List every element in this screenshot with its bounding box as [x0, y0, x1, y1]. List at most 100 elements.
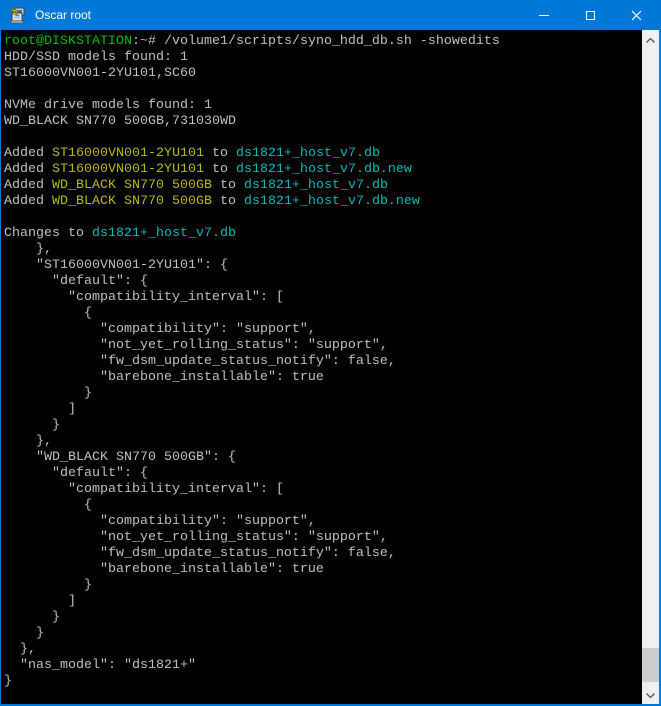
- terminal-output[interactable]: root@DISKSTATION:~# /volume1/scripts/syn…: [1, 30, 642, 704]
- minimize-icon: [539, 15, 549, 16]
- terminal-text-segment: {: [4, 306, 92, 321]
- terminal-text-segment: }: [4, 578, 92, 593]
- terminal-line: Changes to ds1821+_host_v7.db: [4, 226, 236, 241]
- titlebar[interactable]: Oscar root: [1, 0, 659, 30]
- terminal-text-segment: ]: [4, 402, 76, 417]
- terminal-text-segment: WD_BLACK SN770 500GB: [52, 178, 212, 193]
- terminal-text-segment: "fw_dsm_update_status_notify": false,: [4, 546, 396, 561]
- terminal-text-segment: NVMe drive models found: 1: [4, 98, 212, 113]
- terminal-text-segment: }: [4, 386, 92, 401]
- terminal-line: }: [4, 578, 92, 593]
- terminal-line: Added WD_BLACK SN770 500GB to ds1821+_ho…: [4, 194, 420, 209]
- terminal-text-segment: ST16000VN001-2YU101: [52, 162, 204, 177]
- terminal-text-segment: ds1821+_host_v7.db: [236, 146, 380, 161]
- terminal-line: "barebone_installable": true: [4, 562, 324, 577]
- terminal-line: {: [4, 306, 92, 321]
- terminal-text-segment: WD_BLACK SN770 500GB,731030WD: [4, 114, 236, 129]
- terminal-line: ]: [4, 594, 76, 609]
- terminal-line: "WD_BLACK SN770 500GB": {: [4, 450, 236, 465]
- terminal-text-segment: Added: [4, 162, 52, 177]
- terminal-line: },: [4, 242, 52, 257]
- terminal-text-segment: :~# /volume1/scripts/syno_hdd_db.sh -sho…: [132, 34, 500, 49]
- terminal-text-segment: ST16000VN001-2YU101: [52, 146, 204, 161]
- terminal-text-segment: },: [4, 434, 52, 449]
- terminal-text-segment: "not_yet_rolling_status": "support",: [4, 530, 388, 545]
- terminal-text-segment: Added: [4, 178, 52, 193]
- terminal-line: {: [4, 498, 92, 513]
- scrollbar-thumb[interactable]: [642, 648, 659, 682]
- terminal-text-segment: "compatibility_interval": [: [4, 482, 284, 497]
- terminal-text-segment: "compatibility": "support",: [4, 514, 316, 529]
- terminal-text-segment: {: [4, 498, 92, 513]
- terminal-line: },: [4, 434, 52, 449]
- terminal-line: "compatibility_interval": [: [4, 482, 284, 497]
- window-title: Oscar root: [35, 8, 91, 22]
- terminal-line: "compatibility": "support",: [4, 322, 316, 337]
- terminal-text-segment: to: [204, 146, 236, 161]
- terminal-text-segment: "nas_model": "ds1821+": [4, 658, 196, 673]
- scrollbar-down-arrow-icon[interactable]: [642, 687, 659, 704]
- terminal-text-segment: WD_BLACK SN770 500GB: [52, 194, 212, 209]
- terminal-text-segment: "default": {: [4, 274, 148, 289]
- terminal-line: }: [4, 386, 92, 401]
- terminal-text-segment: ds1821+_host_v7.db: [244, 178, 388, 193]
- minimize-button[interactable]: [521, 0, 567, 30]
- terminal-line: root@DISKSTATION:~# /volume1/scripts/syn…: [4, 34, 500, 49]
- terminal-line: Added ST16000VN001-2YU101 to ds1821+_hos…: [4, 146, 380, 161]
- terminal-line: Added ST16000VN001-2YU101 to ds1821+_hos…: [4, 162, 412, 177]
- terminal-line: "fw_dsm_update_status_notify": false,: [4, 546, 396, 561]
- terminal-text-segment: }: [4, 610, 60, 625]
- scrollbar-up-arrow-icon[interactable]: [642, 32, 659, 49]
- terminal-line: "ST16000VN001-2YU101": {: [4, 258, 228, 273]
- terminal-line: ]: [4, 402, 76, 417]
- terminal-line: }: [4, 418, 60, 433]
- terminal-text-segment: to: [212, 178, 244, 193]
- terminal-line: "compatibility": "support",: [4, 514, 316, 529]
- terminal-text-segment: }: [4, 674, 12, 689]
- close-button[interactable]: [613, 0, 659, 30]
- terminal-text-segment: "ST16000VN001-2YU101": {: [4, 258, 228, 273]
- maximize-button[interactable]: [567, 0, 613, 30]
- terminal-line: }: [4, 610, 60, 625]
- terminal-line: "nas_model": "ds1821+": [4, 658, 196, 673]
- terminal-text-segment: Changes to: [4, 226, 92, 241]
- terminal-text-segment: }: [4, 626, 44, 641]
- terminal-text-segment: Added: [4, 194, 52, 209]
- terminal-text-segment: "barebone_installable": true: [4, 562, 324, 577]
- terminal-line: "default": {: [4, 274, 148, 289]
- terminal-line: },: [4, 642, 36, 657]
- terminal-text-segment: ]: [4, 594, 76, 609]
- terminal-text-segment: },: [4, 242, 52, 257]
- terminal-text-segment: Added: [4, 146, 52, 161]
- putty-window: Oscar root root@DISKSTATION:~# /volume1/…: [0, 0, 661, 706]
- terminal-line: }: [4, 626, 44, 641]
- maximize-icon: [586, 11, 595, 20]
- terminal-line: ST16000VN001-2YU101,SC60: [4, 66, 196, 81]
- terminal-text-segment: }: [4, 418, 60, 433]
- terminal-line: "barebone_installable": true: [4, 370, 324, 385]
- terminal-line: }: [4, 674, 12, 689]
- terminal-text-segment: to: [212, 194, 244, 209]
- terminal-text-segment: },: [4, 642, 36, 657]
- putty-icon: [8, 6, 26, 24]
- terminal-line: "not_yet_rolling_status": "support",: [4, 338, 388, 353]
- terminal-text-segment: HDD/SSD models found: 1: [4, 50, 188, 65]
- terminal-text-segment: "WD_BLACK SN770 500GB": {: [4, 450, 236, 465]
- terminal-text-segment: "not_yet_rolling_status": "support",: [4, 338, 388, 353]
- window-controls: [521, 0, 659, 30]
- terminal-text-segment: to: [204, 162, 236, 177]
- terminal-line: "fw_dsm_update_status_notify": false,: [4, 354, 396, 369]
- terminal-line: HDD/SSD models found: 1: [4, 50, 188, 65]
- terminal-text-segment: ds1821+_host_v7.db.new: [236, 162, 412, 177]
- terminal-line: Added WD_BLACK SN770 500GB to ds1821+_ho…: [4, 178, 388, 193]
- terminal-text-segment: ST16000VN001-2YU101,SC60: [4, 66, 196, 81]
- terminal-line: NVMe drive models found: 1: [4, 98, 212, 113]
- scrollbar[interactable]: [642, 30, 659, 704]
- terminal-text-segment: "compatibility_interval": [: [4, 290, 284, 305]
- terminal-body: root@DISKSTATION:~# /volume1/scripts/syn…: [1, 30, 659, 704]
- terminal-text-segment: ds1821+_host_v7.db.new: [244, 194, 420, 209]
- terminal-line: "not_yet_rolling_status": "support",: [4, 530, 388, 545]
- terminal-line: "default": {: [4, 466, 148, 481]
- terminal-text-segment: "compatibility": "support",: [4, 322, 316, 337]
- close-icon: [631, 10, 642, 21]
